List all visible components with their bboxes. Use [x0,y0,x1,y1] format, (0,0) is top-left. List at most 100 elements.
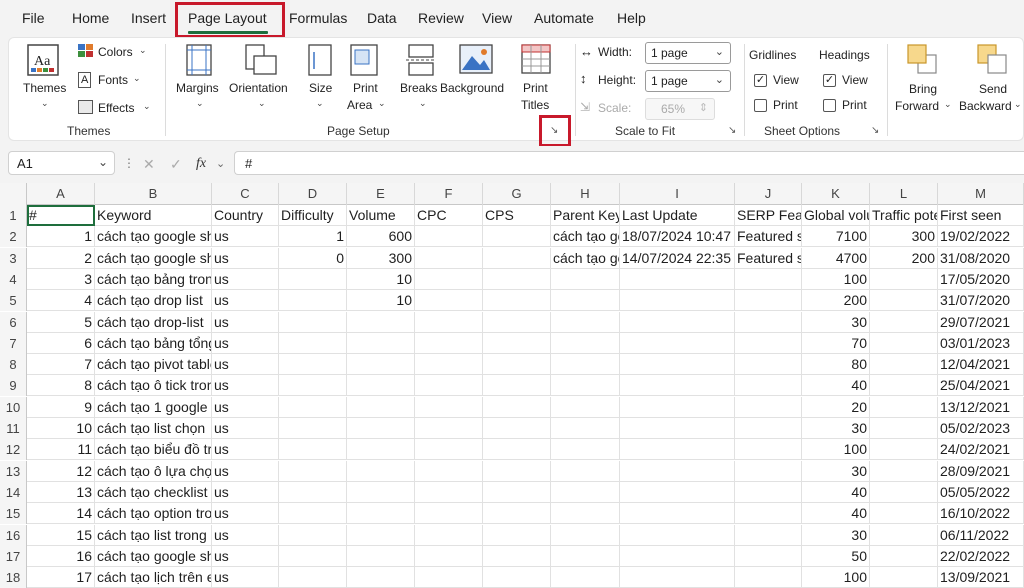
cell-j17[interactable] [735,545,802,567]
gridlines-print-checkbox[interactable] [754,99,767,112]
cell-b2[interactable]: cách tạo google sheet [95,226,212,248]
cell-d7[interactable] [279,332,347,354]
cell-e3[interactable]: 300 [347,247,415,269]
cell-d13[interactable] [279,460,347,482]
cell-m10[interactable]: 13/12/2021 [938,396,1024,418]
column-header-d[interactable]: D [279,183,347,205]
cell-c15[interactable]: us [212,503,279,525]
cell-b14[interactable]: cách tạo checklist [95,481,212,503]
cell-a9[interactable]: 8 [27,375,95,397]
cell-b7[interactable]: cách tạo bảng tổng hợp [95,332,212,354]
height-dropdown[interactable]: 1 page ⌄ [645,70,731,92]
cell-i18[interactable] [620,567,735,588]
cell-i13[interactable] [620,460,735,482]
cell-h3[interactable]: cách tạo google sheet [551,247,620,269]
cell-m7[interactable]: 03/01/2023 [938,332,1024,354]
cell-g9[interactable] [483,375,551,397]
cell-j2[interactable]: Featured snippet [735,226,802,248]
cell-h15[interactable] [551,503,620,525]
cell-f14[interactable] [415,481,483,503]
cell-b10[interactable]: cách tạo 1 google sheet [95,396,212,418]
row-number[interactable]: 17 [0,545,27,567]
cell-c1[interactable]: Country [212,205,279,226]
row-number[interactable]: 12 [0,439,27,461]
cell-i3[interactable]: 14/07/2024 22:35 [620,247,735,269]
more-options-icon[interactable]: ⋮ [123,156,135,170]
cancel-icon[interactable]: ✕ [143,156,155,173]
cell-i14[interactable] [620,481,735,503]
cell-c5[interactable]: us [212,290,279,312]
cell-l6[interactable] [870,311,938,333]
cell-a3[interactable]: 2 [27,247,95,269]
cell-h1[interactable]: Parent Keyword [551,205,620,226]
cell-k1[interactable]: Global volume [802,205,870,226]
cell-a11[interactable]: 10 [27,418,95,439]
tab-review[interactable]: Review [418,10,464,26]
cell-d1[interactable]: Difficulty [279,205,347,226]
cell-i5[interactable] [620,290,735,312]
cell-e12[interactable] [347,439,415,461]
cell-j11[interactable] [735,418,802,439]
cell-c12[interactable]: us [212,439,279,461]
column-header-j[interactable]: J [735,183,802,205]
page-setup-dialog-launcher-icon[interactable]: ↘ [550,126,558,136]
cell-a10[interactable]: 9 [27,396,95,418]
cell-c4[interactable]: us [212,268,279,290]
cell-h10[interactable] [551,396,620,418]
cell-j7[interactable] [735,332,802,354]
column-header-i[interactable]: I [620,183,735,205]
cell-l12[interactable] [870,439,938,461]
cell-e1[interactable]: Volume [347,205,415,226]
cell-m4[interactable]: 17/05/2020 [938,268,1024,290]
column-header-g[interactable]: G [483,183,551,205]
cell-e11[interactable] [347,418,415,439]
cell-k9[interactable]: 40 [802,375,870,397]
column-header-k[interactable]: K [802,183,870,205]
cell-i10[interactable] [620,396,735,418]
cell-h6[interactable] [551,311,620,333]
cell-b8[interactable]: cách tạo pivot table [95,354,212,376]
cell-b6[interactable]: cách tạo drop-list [95,311,212,333]
cell-b13[interactable]: cách tạo ô lựa chọn [95,460,212,482]
cell-a8[interactable]: 7 [27,354,95,376]
tab-insert[interactable]: Insert [131,10,166,26]
row-number[interactable]: 7 [0,332,27,354]
row-number[interactable]: 4 [0,268,27,290]
cell-j14[interactable] [735,481,802,503]
cell-k10[interactable]: 20 [802,396,870,418]
cell-c17[interactable]: us [212,545,279,567]
cell-h14[interactable] [551,481,620,503]
cell-j1[interactable]: SERP Features [735,205,802,226]
cell-m5[interactable]: 31/07/2020 [938,290,1024,312]
cell-g15[interactable] [483,503,551,525]
cell-j12[interactable] [735,439,802,461]
cell-l7[interactable] [870,332,938,354]
row-number[interactable]: 9 [0,375,27,397]
cell-i15[interactable] [620,503,735,525]
cell-h16[interactable] [551,524,620,546]
cell-l13[interactable] [870,460,938,482]
enter-icon[interactable]: ✓ [170,156,182,173]
cell-k7[interactable]: 70 [802,332,870,354]
cell-f9[interactable] [415,375,483,397]
cell-d4[interactable] [279,268,347,290]
cell-c6[interactable]: us [212,311,279,333]
cell-j10[interactable] [735,396,802,418]
cell-c14[interactable]: us [212,481,279,503]
cell-l8[interactable] [870,354,938,376]
cell-a13[interactable]: 12 [27,460,95,482]
headings-print-checkbox[interactable] [823,99,836,112]
cell-i1[interactable]: Last Update [620,205,735,226]
cell-e6[interactable] [347,311,415,333]
cell-d3[interactable]: 0 [279,247,347,269]
cell-g14[interactable] [483,481,551,503]
cell-e17[interactable] [347,545,415,567]
tab-help[interactable]: Help [617,10,646,26]
cell-k14[interactable]: 40 [802,481,870,503]
row-number[interactable]: 14 [0,481,27,503]
cell-b1[interactable]: Keyword [95,205,212,226]
cell-f2[interactable] [415,226,483,248]
cell-k18[interactable]: 100 [802,567,870,588]
cell-c8[interactable]: us [212,354,279,376]
cell-g8[interactable] [483,354,551,376]
